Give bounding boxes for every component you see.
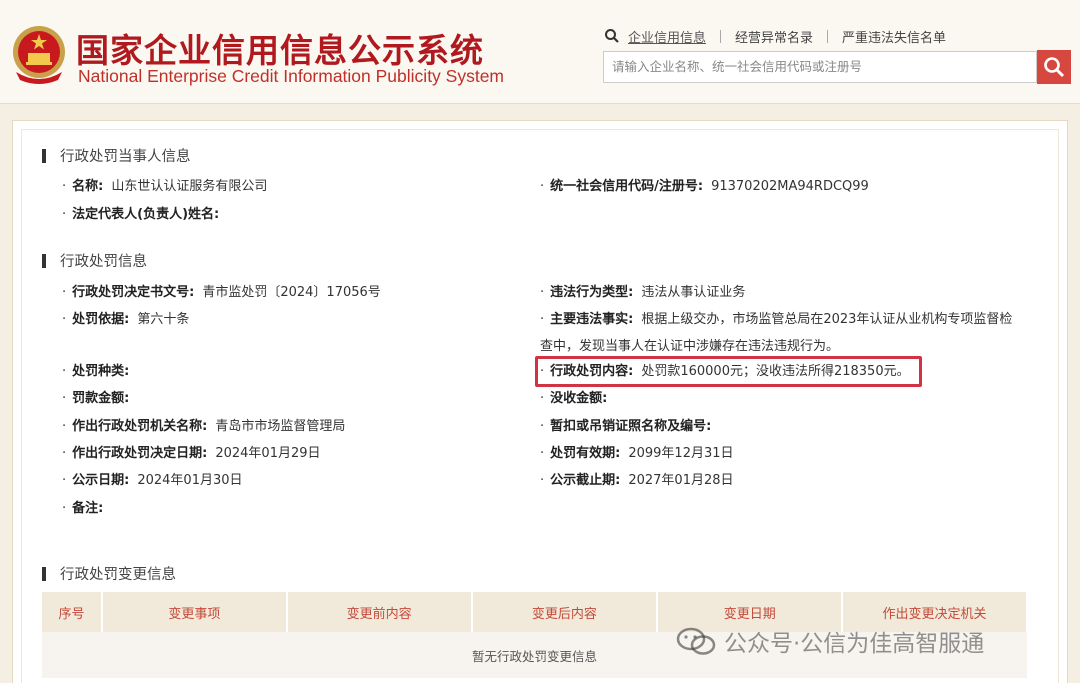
field-publish-end: · 公示截止期: 2027年01月28日 bbox=[540, 473, 734, 488]
field-label: 名称: bbox=[72, 179, 104, 194]
nav-serious-list[interactable]: 严重违法失信名单 bbox=[842, 27, 946, 46]
field-license: · 暂扣或吊销证照名称及编号: bbox=[540, 419, 712, 434]
field-label: 处罚依据: bbox=[72, 312, 130, 327]
nav-credit-info[interactable]: 企业信用信息 bbox=[628, 27, 706, 46]
field-value: 山东世认认证服务有限公司 bbox=[111, 179, 268, 194]
nav-abnormal-list[interactable]: 经营异常名录 bbox=[735, 27, 813, 46]
penalty-content-highlight-box bbox=[535, 356, 922, 387]
field-label: 作出行政处罚决定日期: bbox=[72, 446, 208, 461]
field-basis: · 处罚依据: 第六十条 bbox=[62, 312, 190, 327]
section-title-text: 行政处罚变更信息 bbox=[60, 567, 176, 583]
field-publish-date: · 公示日期: 2024年01月30日 bbox=[62, 473, 243, 488]
section-title-penalty: 行政处罚信息 bbox=[42, 250, 147, 271]
col-header-after: 变更后内容 bbox=[471, 592, 659, 632]
field-value: 违法从事认证业务 bbox=[641, 285, 746, 300]
field-label: 暂扣或吊销证照名称及编号: bbox=[550, 419, 712, 434]
field-label: 作出行政处罚机关名称: bbox=[72, 419, 208, 434]
field-label: 处罚种类: bbox=[72, 364, 130, 379]
nav-divider bbox=[720, 29, 722, 43]
field-remark: · 备注: bbox=[62, 501, 104, 516]
wechat-icon bbox=[676, 627, 716, 655]
field-value: 青市监处罚〔2024〕17056号 bbox=[202, 285, 381, 300]
field-penalty-kind: · 处罚种类: bbox=[62, 364, 130, 379]
field-label: 没收金额: bbox=[550, 391, 608, 406]
col-header-item: 变更事项 bbox=[101, 592, 288, 632]
section-marker bbox=[42, 566, 46, 581]
field-value: 91370202MA94RDCQ99 bbox=[711, 179, 869, 194]
national-emblem-icon bbox=[13, 26, 65, 84]
field-label: 公示截止期: bbox=[550, 473, 621, 488]
field-label: 公示日期: bbox=[72, 473, 130, 488]
field-doc-no: · 行政处罚决定书文号: 青市监处罚〔2024〕17056号 bbox=[62, 285, 381, 300]
field-value: 2024年01月29日 bbox=[215, 446, 321, 461]
site-title-cn: 国家企业信用信息公示系统 bbox=[76, 31, 484, 70]
watermark-text: 公众号·公信为佳高智服通 bbox=[724, 631, 985, 657]
section-title-text: 行政处罚信息 bbox=[60, 254, 147, 270]
field-legal-rep: · 法定代表人(负责人)姓名: bbox=[62, 207, 220, 222]
site-header: 国家企业信用信息公示系统 National Enterprise Credit … bbox=[0, 0, 1080, 104]
field-label: 法定代表人(负责人)姓名: bbox=[72, 207, 220, 222]
field-value: 第六十条 bbox=[137, 312, 190, 327]
field-confiscation: · 没收金额: bbox=[540, 391, 608, 406]
field-name: · 名称: 山东世认认证服务有限公司 bbox=[62, 179, 268, 194]
watermark: 公众号·公信为佳高智服通 bbox=[676, 624, 984, 658]
field-label: 违法行为类型: bbox=[550, 285, 634, 300]
field-label: 行政处罚决定书文号: bbox=[72, 285, 195, 300]
section-marker bbox=[42, 253, 46, 268]
field-label: 统一社会信用代码/注册号: bbox=[550, 179, 704, 194]
field-value: 2027年01月28日 bbox=[628, 473, 734, 488]
col-header-before: 变更前内容 bbox=[286, 592, 473, 632]
nav-divider bbox=[827, 29, 829, 43]
section-marker bbox=[42, 148, 46, 163]
field-facts: · 主要违法事实: 根据上级交办，市场监管总局在2023年认证从业机构专项监督检查中… bbox=[540, 312, 1013, 354]
field-label: 处罚有效期: bbox=[550, 446, 621, 461]
top-nav: 企业信用信息 经营异常名录 严重违法失信名单 bbox=[604, 27, 946, 46]
section-title-party: 行政处罚当事人信息 bbox=[42, 145, 191, 166]
field-value: 2099年12月31日 bbox=[628, 446, 734, 461]
field-credit-code: · 统一社会信用代码/注册号: 91370202MA94RDCQ99 bbox=[540, 179, 869, 194]
field-value: 2024年01月30日 bbox=[137, 473, 243, 488]
field-label: 备注: bbox=[72, 501, 104, 516]
field-fine-amount: · 罚款金额: bbox=[62, 391, 130, 406]
search-icon bbox=[1044, 57, 1065, 78]
field-decision-date: · 作出行政处罚决定日期: 2024年01月29日 bbox=[62, 446, 321, 461]
field-label: 罚款金额: bbox=[72, 391, 130, 406]
section-title-change: 行政处罚变更信息 bbox=[42, 563, 176, 584]
site-title-en: National Enterprise Credit Information P… bbox=[78, 66, 505, 86]
field-validity: · 处罚有效期: 2099年12月31日 bbox=[540, 446, 734, 461]
search-input[interactable]: 请输入企业名称、统一社会信用代码或注册号 bbox=[603, 51, 1037, 83]
field-value: 青岛市市场监督管理局 bbox=[215, 419, 346, 434]
search-button[interactable] bbox=[1037, 50, 1071, 84]
search-icon bbox=[605, 29, 619, 43]
field-authority: · 作出行政处罚机关名称: 青岛市市场监督管理局 bbox=[62, 419, 346, 434]
field-violation-type: · 违法行为类型: 违法从事认证业务 bbox=[540, 285, 746, 300]
section-title-text: 行政处罚当事人信息 bbox=[60, 149, 191, 165]
field-label: 主要违法事实: bbox=[550, 312, 634, 327]
col-header-index: 序号 bbox=[42, 592, 103, 632]
